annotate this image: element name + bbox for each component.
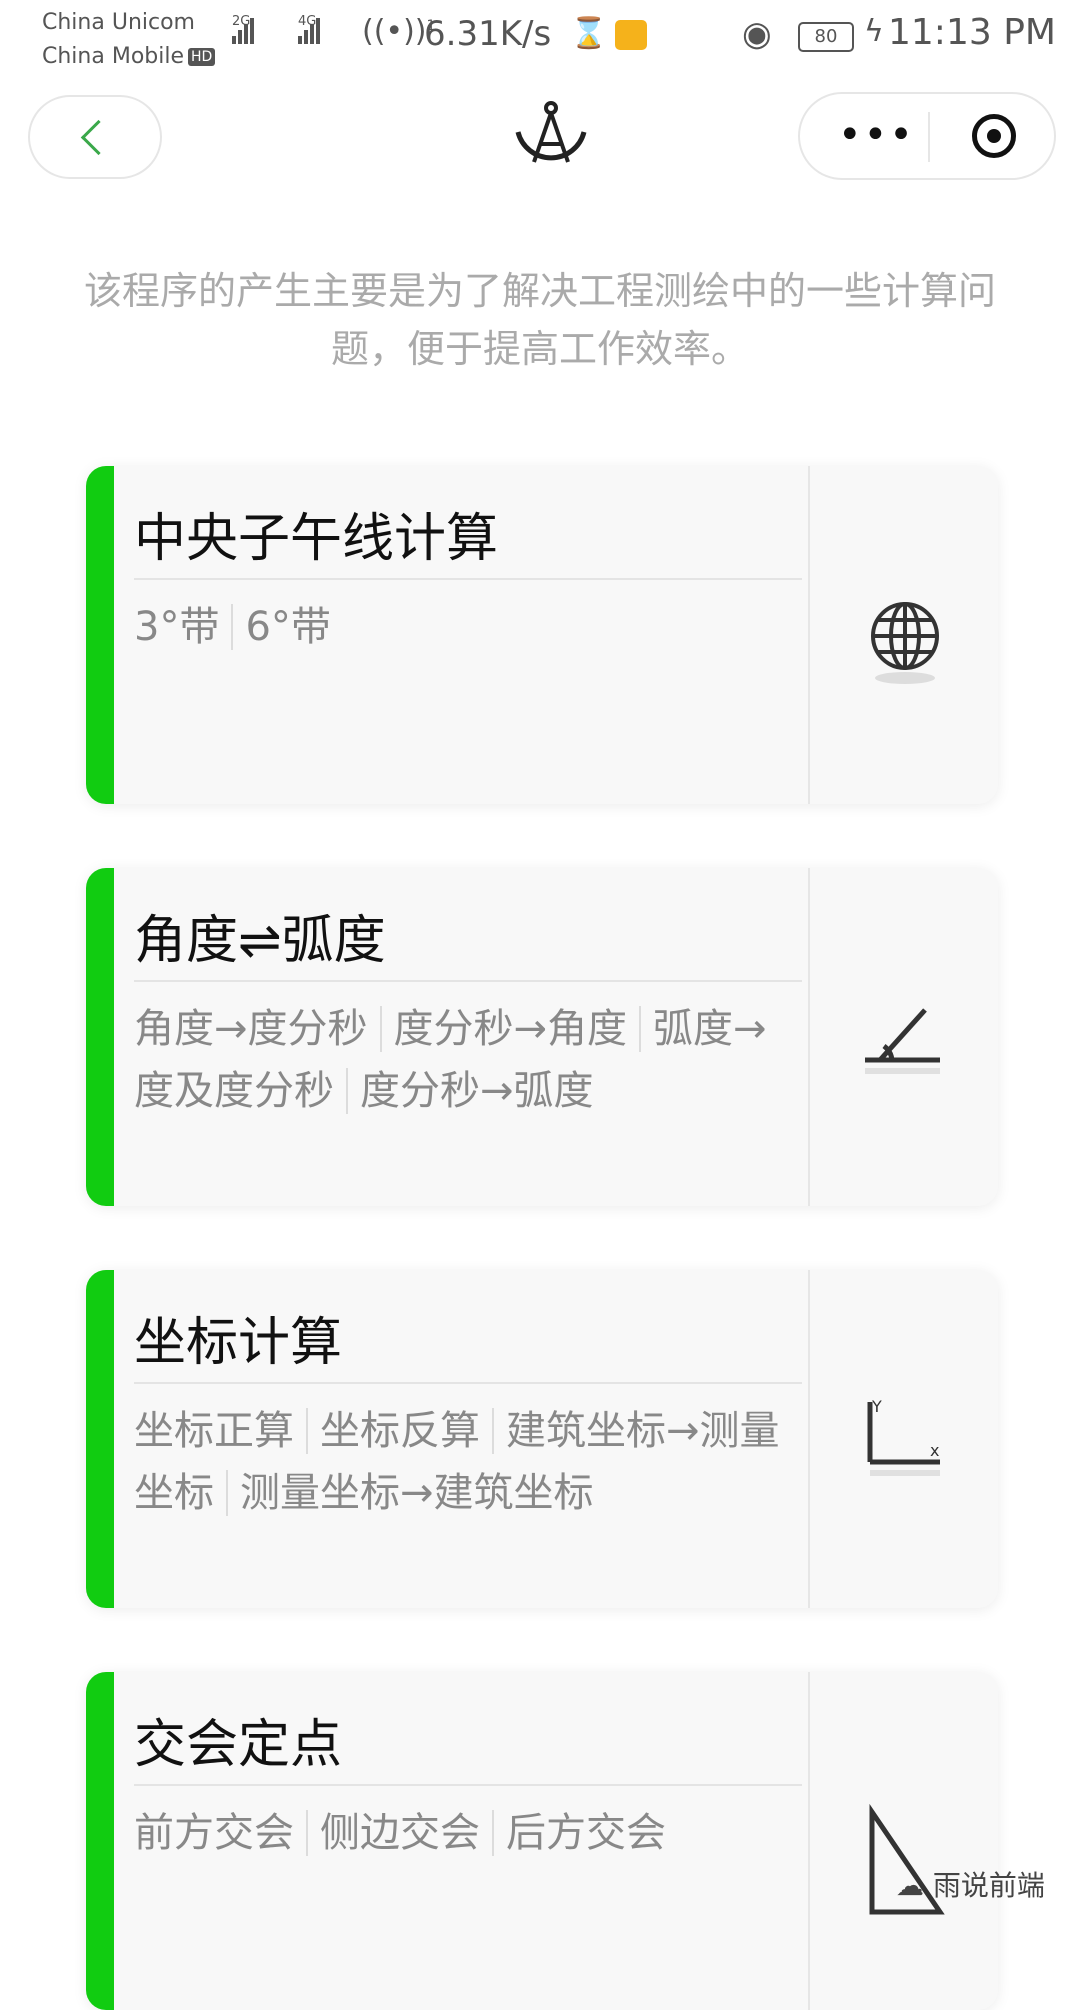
target-close-icon[interactable] bbox=[972, 114, 1016, 158]
svg-text:Y: Y bbox=[871, 1397, 882, 1416]
hd-badge: HD bbox=[188, 48, 216, 66]
link-angle-to-dms[interactable]: 角度→度分秒 bbox=[134, 1006, 382, 1052]
chevron-left-icon bbox=[80, 119, 117, 156]
link-side-intersection[interactable]: 侧边交会 bbox=[320, 1810, 494, 1856]
link-3-degree-zone[interactable]: 3°带 bbox=[134, 604, 234, 650]
card-coordinate[interactable]: 坐标计算 坐标正算 坐标反算 建筑坐标→测量坐标 测量坐标→建筑坐标 Y x bbox=[86, 1270, 998, 1608]
status-bar: China Unicom China Mobile HD 2G 4G ((•))1… bbox=[0, 0, 1080, 80]
more-dots-icon[interactable]: ••• bbox=[838, 115, 915, 155]
card-angle-radian[interactable]: 角度⇌弧度 角度→度分秒 度分秒→角度 弧度→度及度分秒 度分秒→弧度 bbox=[86, 868, 998, 1206]
card-links: 角度→度分秒 度分秒→角度 弧度→度及度分秒 度分秒→弧度 bbox=[134, 998, 802, 1122]
svg-text:x: x bbox=[930, 1441, 939, 1460]
charging-icon: ϟ bbox=[864, 14, 884, 49]
carrier-info: China Unicom China Mobile HD bbox=[42, 6, 216, 74]
card-central-meridian[interactable]: 中央子午线计算 3°带 6°带 bbox=[86, 466, 998, 804]
card-links: 3°带 6°带 bbox=[134, 596, 802, 658]
card-title: 坐标计算 bbox=[134, 1313, 343, 1373]
angle-icon bbox=[865, 1008, 940, 1074]
card-links: 前方交会 侧边交会 后方交会 bbox=[134, 1802, 802, 1864]
carrier-unicom: China Unicom bbox=[42, 10, 195, 35]
link-6-degree-zone[interactable]: 6°带 bbox=[245, 604, 342, 650]
link-dms-to-angle[interactable]: 度分秒→角度 bbox=[393, 1006, 642, 1052]
clock: 11:13 PM bbox=[888, 12, 1056, 53]
link-coordinate-forward[interactable]: 坐标正算 bbox=[134, 1408, 308, 1454]
watermark: ☁ 雨说前端 bbox=[896, 1869, 1045, 1902]
back-button[interactable] bbox=[28, 95, 162, 179]
compass-logo-icon bbox=[515, 101, 587, 163]
coordinate-axes-icon: Y x bbox=[867, 1397, 940, 1476]
mail-notification-icon bbox=[615, 20, 647, 50]
card-intersection[interactable]: 交会定点 前方交会 侧边交会 后方交会 bbox=[86, 1672, 998, 2010]
mini-program-capsule: ••• bbox=[798, 92, 1056, 180]
link-survey-to-building[interactable]: 测量坐标→建筑坐标 bbox=[240, 1470, 606, 1516]
link-coordinate-inverse[interactable]: 坐标反算 bbox=[320, 1408, 494, 1454]
signal-2g-icon: 2G bbox=[232, 14, 256, 44]
hourglass-icon: ⌛ bbox=[570, 16, 608, 51]
globe-icon bbox=[871, 602, 939, 684]
intro-text: 该程序的产生主要是为了解决工程测绘中的一些计算问题，便于提高工作效率。 bbox=[83, 269, 996, 371]
wechat-icon: ☁ bbox=[896, 1869, 933, 1902]
card-links: 坐标正算 坐标反算 建筑坐标→测量坐标 测量坐标→建筑坐标 bbox=[134, 1400, 802, 1524]
link-resection[interactable]: 后方交会 bbox=[506, 1810, 678, 1856]
battery-icon: 80 bbox=[798, 22, 854, 52]
card-title: 中央子午线计算 bbox=[134, 509, 499, 569]
eye-icon: ◉ bbox=[742, 14, 772, 54]
link-forward-intersection[interactable]: 前方交会 bbox=[134, 1810, 308, 1856]
signal-4g-icon: 4G bbox=[298, 14, 322, 44]
carrier-mobile: China Mobile bbox=[42, 44, 185, 69]
card-title: 角度⇌弧度 bbox=[134, 911, 386, 971]
link-dms-to-radian[interactable]: 度分秒→弧度 bbox=[360, 1068, 606, 1114]
card-title: 交会定点 bbox=[134, 1715, 343, 1775]
net-speed: 6.31K/s bbox=[424, 14, 552, 54]
